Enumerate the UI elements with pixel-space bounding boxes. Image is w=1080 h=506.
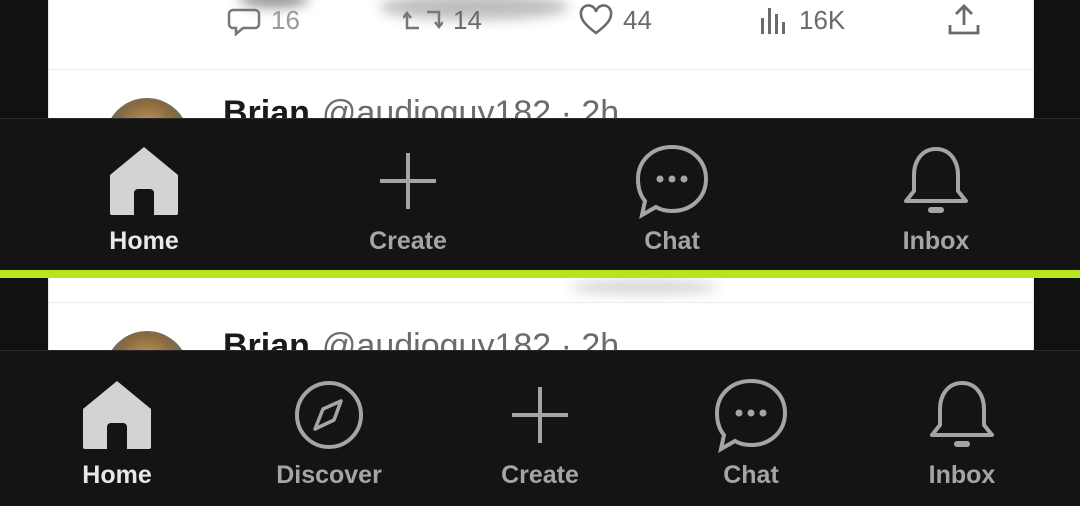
plus-icon [512,387,568,443]
heart-icon [579,4,613,35]
nav-item-create[interactable]: Create [435,351,645,506]
chat-bubble-icon [714,378,788,453]
home-icon [110,147,178,215]
nav-label-chat: Chat [723,461,779,489]
chat-bubble-icon [635,144,709,219]
like-button[interactable]: 44 [579,4,652,36]
nav-item-home[interactable]: Home [32,119,256,270]
nav-item-chat[interactable]: Chat [646,351,856,506]
nav-item-inbox[interactable]: Inbox [857,351,1067,506]
repost-icon [403,10,443,30]
reply-count: 16 [271,4,300,35]
bell-icon [904,147,968,213]
nav-label-create: Create [501,461,579,489]
nav-item-inbox[interactable]: Inbox [824,119,1048,270]
compass-icon [295,381,363,449]
repost-button[interactable]: 14 [403,4,482,36]
nav-label-home: Home [109,227,179,255]
views-count: 16K [799,4,846,35]
nav-label-create: Create [369,227,447,255]
repost-count: 14 [453,4,482,35]
feed-card: 16 14 44 16K Brian @audioguy182 · 2h [48,0,1034,182]
nav-label-discover: Discover [276,461,382,489]
tweet-action-row: 16 14 44 16K [49,0,1033,44]
nav-item-discover[interactable]: Discover [224,351,434,506]
bottom-nav-bar: Home Discover Create Chat Inbox [0,350,1080,506]
nav-label-chat: Chat [644,227,700,255]
share-icon [948,4,980,35]
nav-label-home: Home [82,461,152,489]
home-icon [83,381,151,449]
top-screenshot-panel: 16 14 44 16K Brian @audioguy182 · 2h Hom… [0,0,1080,270]
share-button[interactable] [947,4,981,36]
nav-item-chat[interactable]: Chat [560,119,784,270]
bottom-nav-bar: Home Create Chat Inbox [0,118,1080,270]
bottom-screenshot-panel: Brian@audioguy182 · 2h ••• Home Discover… [0,278,1080,506]
nav-item-home[interactable]: Home [12,351,222,506]
bar-chart-icon [761,8,785,34]
nav-label-inbox: Inbox [928,461,996,489]
nav-label-inbox: Inbox [902,227,970,255]
reply-icon [227,8,261,36]
feed-card: Brian@audioguy182 · 2h ••• [48,278,1034,415]
accent-divider [0,270,1080,278]
nav-item-create[interactable]: Create [296,119,520,270]
views-button[interactable]: 16K [759,4,845,36]
bell-icon [930,381,994,447]
plus-icon [380,153,436,209]
like-count: 44 [623,4,652,35]
redaction-smudge [569,280,719,294]
reply-button[interactable]: 16 [227,4,300,36]
